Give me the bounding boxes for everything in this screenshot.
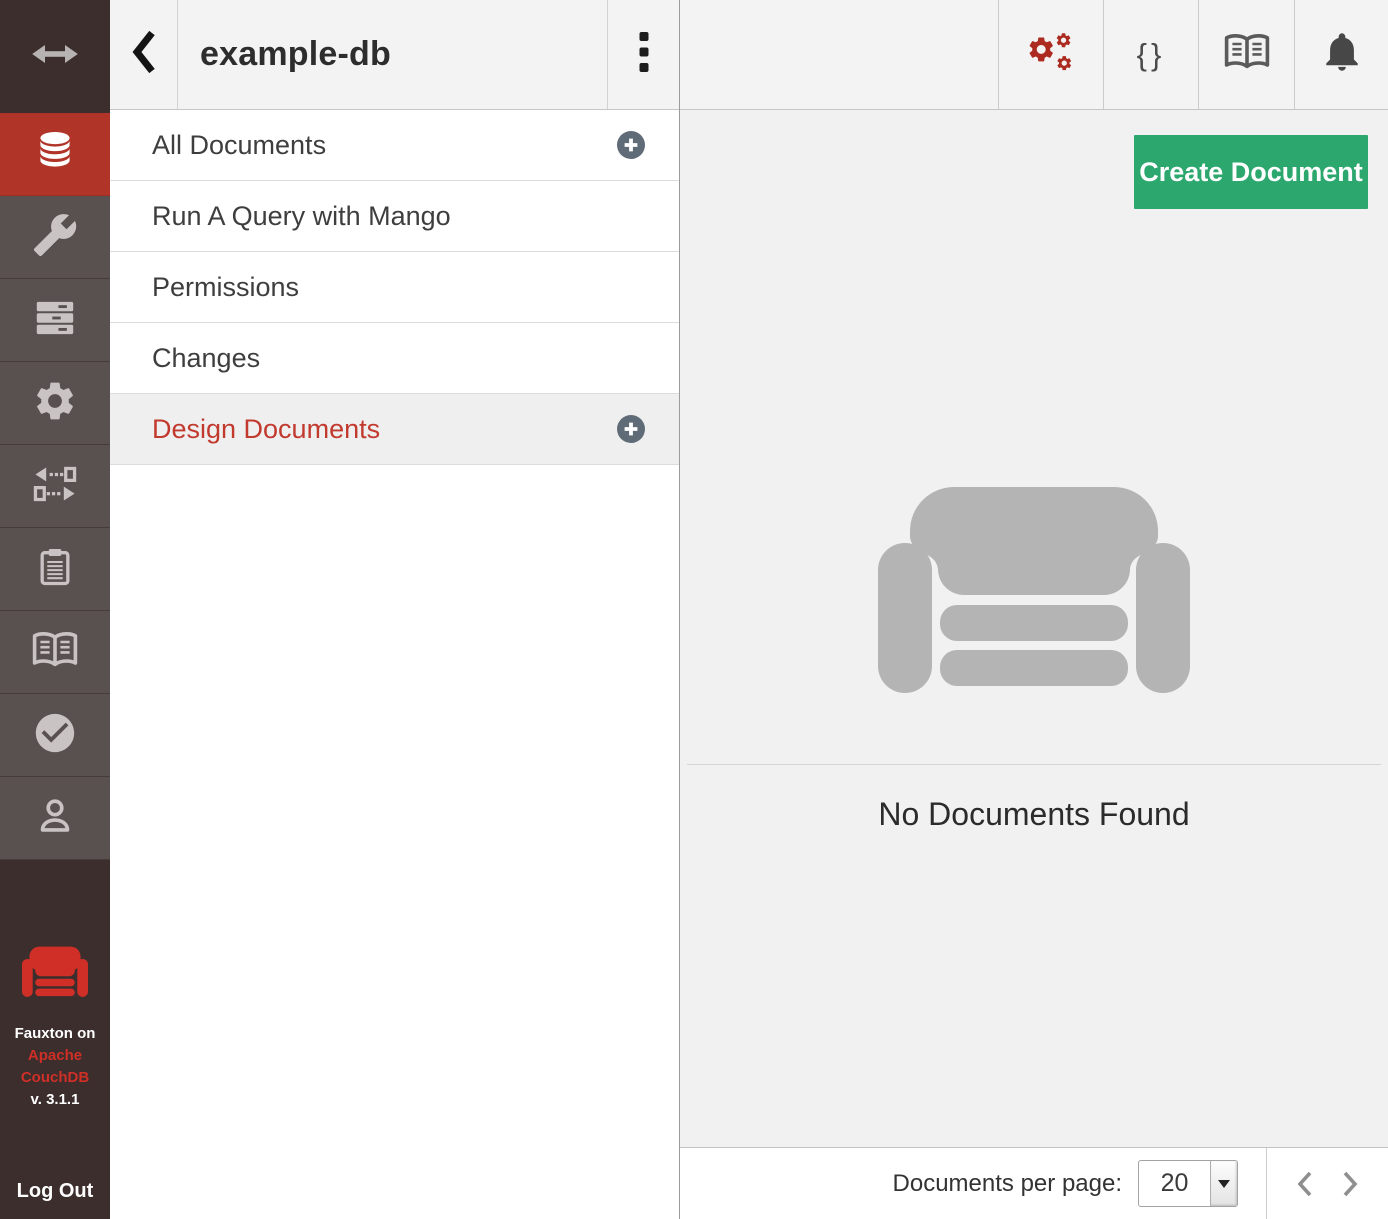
add-document-button[interactable] [616,130,646,160]
kebab-menu-icon [639,32,649,77]
documentation-button[interactable] [1198,0,1294,109]
user-icon [33,793,77,844]
couchdb-logo-icon [22,946,88,1005]
gear-icon [32,378,78,429]
page-navigation [1266,1148,1388,1219]
database-icon [30,127,80,182]
sidebar-item-active-tasks[interactable] [0,279,110,362]
list-item-design-documents[interactable]: Design Documents [110,394,679,465]
documents-per-page-label: Documents per page: [893,1170,1122,1198]
sidebar-expand-button[interactable] [0,0,110,113]
clipboard-icon [33,544,77,595]
logout-link[interactable]: Log Out [17,1180,94,1203]
database-panel: example-db All Documents Run A Query wit… [110,0,680,1219]
database-panel-header: example-db [110,0,679,110]
add-design-document-button[interactable] [616,414,646,444]
list-item-label: Design Documents [152,414,380,445]
fauxton-app: Fauxton on Apache CouchDB v. 3.1.1 Log O… [0,0,1388,1219]
sidebar-item-configuration[interactable] [0,362,110,445]
list-item-label: Changes [152,343,260,374]
version-text: Fauxton on Apache CouchDB v. 3.1.1 [15,1023,96,1111]
previous-page-button[interactable] [1295,1170,1314,1198]
documentation-book-icon [1223,28,1271,81]
couchdb-line: CouchDB [15,1067,96,1089]
sidebar-footer: Fauxton on Apache CouchDB v. 3.1.1 Log O… [0,860,110,1219]
select-dropdown-arrow [1210,1161,1237,1206]
no-documents-message: No Documents Found [680,796,1388,833]
main-header: {} [680,0,1388,110]
chevron-left-icon [129,29,159,80]
list-item-all-documents[interactable]: All Documents [110,110,679,181]
list-item-changes[interactable]: Changes [110,323,679,394]
json-braces-icon: {} [1137,37,1166,73]
list-item-label: All Documents [152,130,326,161]
sidebar-item-setup[interactable] [0,196,110,279]
resize-arrows-icon [31,41,79,72]
per-page-zone: Documents per page: 20 [680,1148,1266,1219]
per-page-selected-value: 20 [1139,1161,1210,1206]
database-name-title: example-db [200,35,391,74]
gears-icon [1025,29,1077,80]
database-actions-button[interactable] [998,0,1103,109]
notification-bell-icon [1320,30,1364,79]
list-item-run-query-mango[interactable]: Run A Query with Mango [110,181,679,252]
list-item-label: Permissions [152,272,299,303]
fauxton-on-line: Fauxton on [15,1023,96,1045]
database-options-menu-button[interactable] [607,0,679,109]
list-item-permissions[interactable]: Permissions [110,252,679,323]
back-button[interactable] [110,0,178,109]
documents-main-area: {} Create Docume [680,0,1388,1219]
list-item-label: Run A Query with Mango [152,201,451,232]
next-page-button[interactable] [1341,1170,1360,1198]
replication-icon [32,461,78,512]
empty-couch-illustration [878,487,1190,698]
version-number: v. 3.1.1 [15,1089,96,1111]
wrench-icon [32,212,78,263]
sidebar-item-replication[interactable] [0,445,110,528]
server-stack-icon [32,295,78,346]
primary-sidebar: Fauxton on Apache CouchDB v. 3.1.1 Log O… [0,0,110,1219]
documents-content: Create Document No Documents Found [680,110,1388,1147]
content-divider [687,764,1381,765]
create-document-button[interactable]: Create Document [1134,135,1368,209]
main-header-spacer [680,0,998,109]
sidebar-item-documentation[interactable] [0,611,110,694]
check-circle-icon [32,710,78,761]
sidebar-item-active-docs[interactable] [0,528,110,611]
documents-per-page-select[interactable]: 20 [1138,1160,1238,1207]
pagination-footer: Documents per page: 20 [680,1147,1388,1219]
database-title-cell: example-db [178,0,607,109]
sidebar-item-verify[interactable] [0,694,110,777]
api-url-button[interactable]: {} [1103,0,1198,109]
apache-line: Apache [15,1045,96,1067]
sidebar-item-databases[interactable] [0,113,110,196]
book-icon [31,626,79,679]
notifications-button[interactable] [1294,0,1388,109]
sidebar-item-account[interactable] [0,777,110,860]
